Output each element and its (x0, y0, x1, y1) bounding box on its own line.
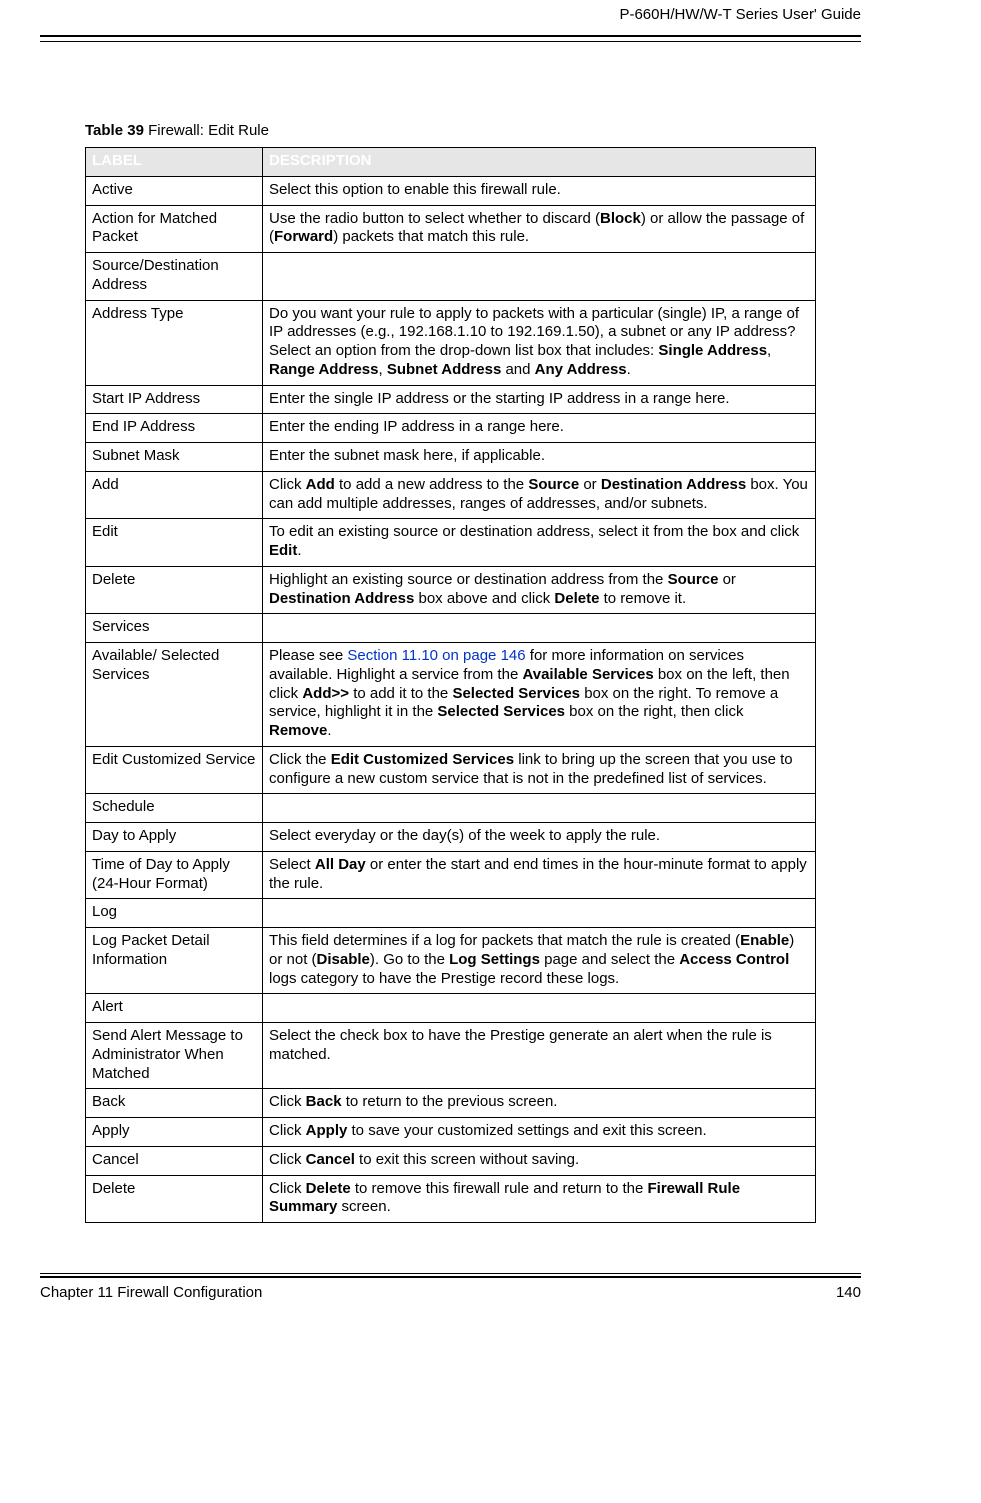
table-row: Log Packet Detail Information This field… (86, 928, 816, 994)
header-rule-thin (40, 41, 861, 42)
table-row: Log (86, 899, 816, 928)
row-label: Log Packet Detail Information (86, 928, 263, 994)
row-label: End IP Address (86, 414, 263, 443)
table-row: Apply Click Apply to save your customize… (86, 1118, 816, 1147)
row-desc: Do you want your rule to apply to packet… (263, 300, 816, 385)
row-label: Source/Destination Address (86, 253, 263, 301)
row-label: Available/ Selected Services (86, 643, 263, 747)
footer-rule-thick (40, 1276, 861, 1278)
table-row: Cancel Click Cancel to exit this screen … (86, 1146, 816, 1175)
footer-rule-thin (40, 1273, 861, 1274)
col-header-desc: DESCRIPTION (263, 148, 816, 177)
row-label: Cancel (86, 1146, 263, 1175)
table-row: Delete Highlight an existing source or d… (86, 566, 816, 614)
row-label: Schedule (86, 794, 263, 823)
table-row: Subnet Mask Enter the subnet mask here, … (86, 443, 816, 472)
row-label: Day to Apply (86, 823, 263, 852)
row-desc: Please see Section 11.10 on page 146 for… (263, 643, 816, 747)
footer-page-number: 140 (836, 1284, 861, 1301)
row-desc: Highlight an existing source or destinat… (263, 566, 816, 614)
row-label: Back (86, 1089, 263, 1118)
table-row: Day to Apply Select everyday or the day(… (86, 823, 816, 852)
row-desc (263, 794, 816, 823)
row-desc: Select All Day or enter the start and en… (263, 851, 816, 899)
table-row: Time of Day to Apply (24-Hour Format) Se… (86, 851, 816, 899)
header-rule-thick (40, 35, 861, 37)
table-row: Delete Click Delete to remove this firew… (86, 1175, 816, 1223)
table-row: Edit Customized Service Click the Edit C… (86, 746, 816, 794)
row-label: Add (86, 471, 263, 519)
row-label: Address Type (86, 300, 263, 385)
table-row: Start IP Address Enter the single IP add… (86, 385, 816, 414)
table-row: Send Alert Message to Administrator When… (86, 1023, 816, 1089)
row-label: Active (86, 176, 263, 205)
table-title: Firewall: Edit Rule (144, 122, 269, 139)
row-desc: Select everyday or the day(s) of the wee… (263, 823, 816, 852)
row-desc: Enter the single IP address or the start… (263, 385, 816, 414)
firewall-edit-rule-table: LABEL DESCRIPTION Active Select this opt… (85, 147, 816, 1223)
row-desc: Click Apply to save your customized sett… (263, 1118, 816, 1147)
section-link[interactable]: Section 11.10 on page 146 (347, 647, 525, 664)
table-row: Alert (86, 994, 816, 1023)
row-desc: This field determines if a log for packe… (263, 928, 816, 994)
row-desc: Select the check box to have the Prestig… (263, 1023, 816, 1089)
page-footer: Chapter 11 Firewall Configuration 140 (40, 1273, 861, 1301)
table-row: Back Click Back to return to the previou… (86, 1089, 816, 1118)
row-label: Action for Matched Packet (86, 205, 263, 253)
row-label: Services (86, 614, 263, 643)
row-label: Alert (86, 994, 263, 1023)
row-desc: To edit an existing source or destinatio… (263, 519, 816, 567)
row-label: Subnet Mask (86, 443, 263, 472)
row-desc: Click Cancel to exit this screen without… (263, 1146, 816, 1175)
table-row: Add Click Add to add a new address to th… (86, 471, 816, 519)
table-row: Source/Destination Address (86, 253, 816, 301)
row-desc: Click Back to return to the previous scr… (263, 1089, 816, 1118)
table-row: Edit To edit an existing source or desti… (86, 519, 816, 567)
table-row: Active Select this option to enable this… (86, 176, 816, 205)
row-label: Time of Day to Apply (24-Hour Format) (86, 851, 263, 899)
table-row: Schedule (86, 794, 816, 823)
row-label: Edit Customized Service (86, 746, 263, 794)
row-label: Log (86, 899, 263, 928)
row-desc: Select this option to enable this firewa… (263, 176, 816, 205)
row-label: Apply (86, 1118, 263, 1147)
row-desc: Click the Edit Customized Services link … (263, 746, 816, 794)
row-label: Start IP Address (86, 385, 263, 414)
row-label: Send Alert Message to Administrator When… (86, 1023, 263, 1089)
col-header-label: LABEL (86, 148, 263, 177)
table-row: Address Type Do you want your rule to ap… (86, 300, 816, 385)
table-caption: Table 39 Firewall: Edit Rule (85, 122, 816, 139)
row-desc: Enter the subnet mask here, if applicabl… (263, 443, 816, 472)
row-desc (263, 994, 816, 1023)
row-desc: Click Delete to remove this firewall rul… (263, 1175, 816, 1223)
row-desc: Enter the ending IP address in a range h… (263, 414, 816, 443)
row-label: Delete (86, 1175, 263, 1223)
doc-header: P-660H/HW/W-T Series User' Guide (40, 6, 861, 23)
row-desc: Click Add to add a new address to the So… (263, 471, 816, 519)
table-number: Table 39 (85, 122, 144, 139)
footer-chapter: Chapter 11 Firewall Configuration (40, 1284, 262, 1301)
row-label: Edit (86, 519, 263, 567)
table-row: End IP Address Enter the ending IP addre… (86, 414, 816, 443)
row-desc: Use the radio button to select whether t… (263, 205, 816, 253)
table-row: Action for Matched Packet Use the radio … (86, 205, 816, 253)
table-row: Available/ Selected Services Please see … (86, 643, 816, 747)
row-desc (263, 614, 816, 643)
row-desc (263, 253, 816, 301)
row-desc (263, 899, 816, 928)
row-label: Delete (86, 566, 263, 614)
table-row: Services (86, 614, 816, 643)
